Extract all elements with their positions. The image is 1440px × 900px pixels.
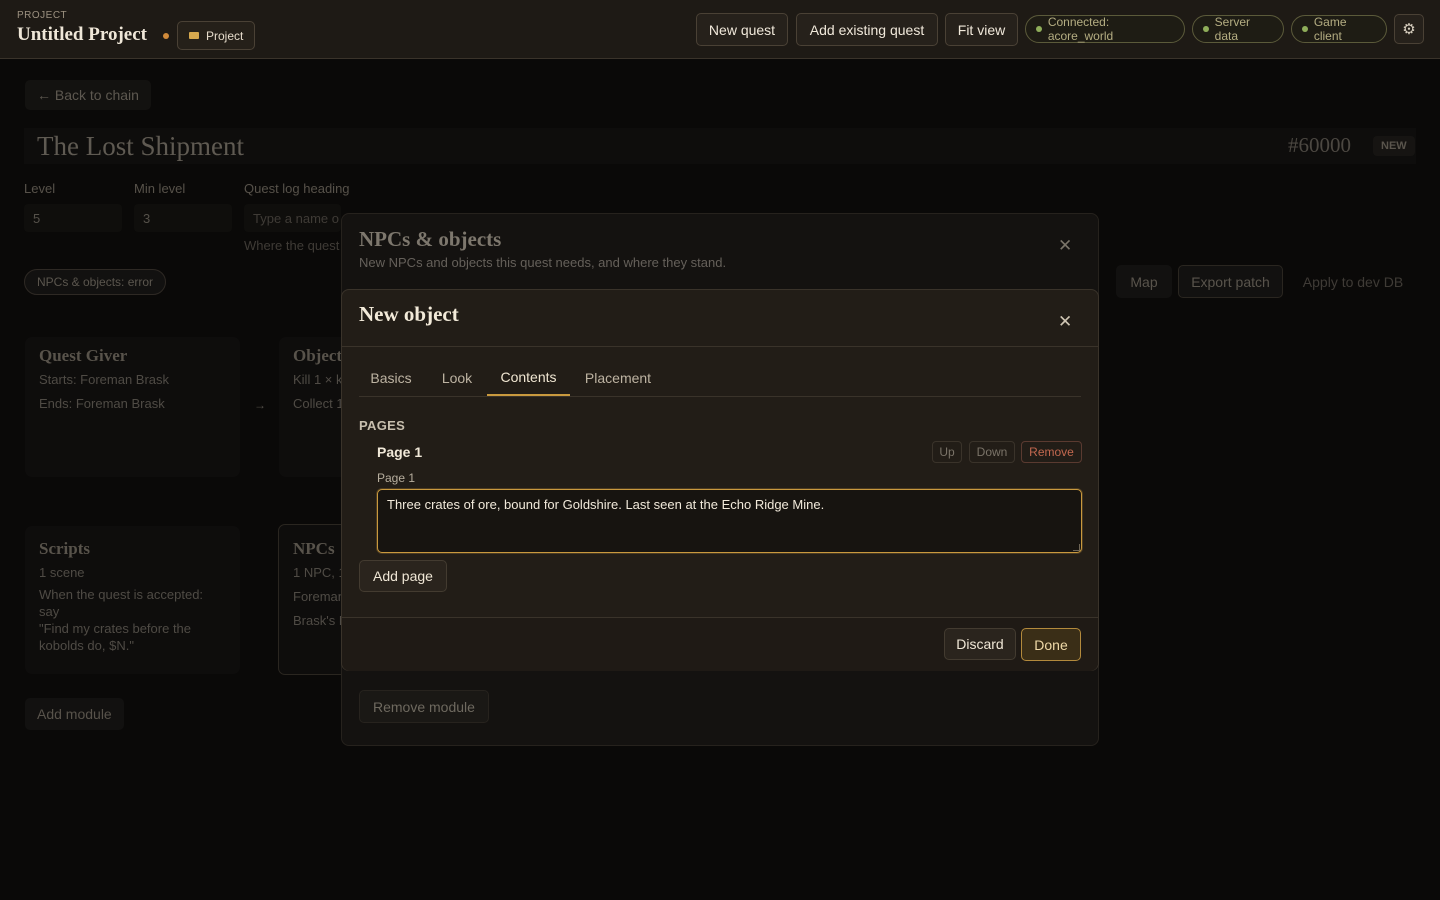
dialog-title: NPCs & objects <box>359 227 502 251</box>
new-quest-button[interactable]: New quest <box>696 13 788 46</box>
tab-placement[interactable]: Placement <box>573 360 663 396</box>
page-heading: Page 1 <box>377 444 423 460</box>
card-line: 1 NPC, 1 <box>293 565 341 580</box>
quest-id: #60000 <box>1288 133 1351 157</box>
status-server-data-label: Server data <box>1214 15 1250 43</box>
folder-icon <box>189 32 199 39</box>
status-connection[interactable]: Connected: acore_world <box>1025 15 1185 43</box>
map-button[interactable]: Map <box>1116 265 1172 298</box>
new-object-dialog: New object ✕ Basics Look Contents Placem… <box>341 289 1099 671</box>
card-line: Foreman <box>293 589 341 604</box>
scripts-card[interactable]: Scripts 1 scene When the quest is accept… <box>25 526 240 674</box>
project-chip-label: Project <box>206 28 244 43</box>
export-patch-button[interactable]: Export patch <box>1178 265 1283 298</box>
quest-log-heading-input[interactable]: Type a name o <box>244 204 341 232</box>
quest-log-heading-label: Quest log heading <box>244 181 350 196</box>
card-title: NPCs <box>293 539 335 558</box>
fit-view-button[interactable]: Fit view <box>945 13 1018 46</box>
card-line: 1 scene <box>39 565 85 580</box>
card-line: kobolds do, $N." <box>39 638 134 653</box>
page-text-label: Page 1 <box>377 471 416 485</box>
quest-title[interactable]: The Lost Shipment <box>24 128 1416 164</box>
status-game-client-label: Game client <box>1313 15 1347 43</box>
quest-giver-card[interactable]: Quest Giver Starts: Foreman Brask Ends: … <box>25 337 240 477</box>
settings-button[interactable]: ⚙ <box>1394 14 1424 44</box>
card-line: Starts: Foreman Brask <box>39 372 170 387</box>
unsaved-indicator <box>163 33 169 39</box>
card-line: "Find my crates before the <box>39 621 192 636</box>
card-title: Scripts <box>39 539 90 558</box>
back-to-chain-button[interactable]: ← Back to chain <box>25 80 151 110</box>
card-title: Quest Giver <box>39 346 128 365</box>
gear-icon: ⚙ <box>1402 21 1416 38</box>
done-button[interactable]: Done <box>1021 628 1081 661</box>
status-connection-label: Connected: acore_world <box>1047 15 1114 43</box>
level-input[interactable]: 5 <box>24 204 122 232</box>
remove-module-button[interactable]: Remove module <box>359 690 489 723</box>
section-title: PAGES <box>359 418 406 433</box>
npcs-card[interactable]: NPCs 1 NPC, 1 Foreman Brask's L <box>278 524 341 675</box>
status-server-data[interactable]: Server data <box>1192 15 1284 43</box>
discard-button[interactable]: Discard <box>944 628 1016 660</box>
tab-contents[interactable]: Contents <box>487 360 570 396</box>
add-module-button[interactable]: Add module <box>25 698 124 730</box>
add-page-button[interactable]: Add page <box>359 560 447 592</box>
tab-look[interactable]: Look <box>426 360 488 396</box>
move-down-button[interactable]: Down <box>969 441 1015 463</box>
top-bar: PROJECT Untitled Project Project New que… <box>0 0 1440 59</box>
dialog-title: New object <box>359 302 459 326</box>
status-dot-icon <box>1203 26 1209 32</box>
apply-dev-db-button[interactable]: Apply to dev DB <box>1290 265 1416 298</box>
card-line: Brask's L <box>293 613 341 628</box>
status-dot-icon <box>1302 26 1308 32</box>
tab-basics[interactable]: Basics <box>359 360 423 396</box>
remove-page-button[interactable]: Remove <box>1021 441 1082 463</box>
status-dot-icon <box>1036 26 1042 32</box>
project-menu-button[interactable]: Project <box>177 21 256 50</box>
page-text-input[interactable]: Three crates of ore, bound for Goldshire… <box>377 489 1082 553</box>
new-badge: NEW <box>1373 136 1415 156</box>
status-game-client[interactable]: Game client <box>1291 15 1387 43</box>
arrow-icon: → <box>254 398 266 412</box>
dialog-header: New object ✕ <box>342 290 1098 347</box>
close-icon[interactable]: ✕ <box>1058 312 1072 332</box>
project-caption: PROJECT <box>17 10 68 21</box>
quest-log-heading-hint: Where the quest <box>244 238 340 253</box>
card-title: Object <box>293 346 341 365</box>
card-line: When the quest is accepted: say <box>39 587 204 619</box>
error-chip[interactable]: NPCs & objects: error <box>24 269 167 295</box>
card-line: Collect 1 <box>293 396 341 411</box>
move-up-button[interactable]: Up <box>932 441 962 463</box>
card-line: Ends: Foreman Brask <box>39 396 165 411</box>
dialog-subtitle: New NPCs and objects this quest needs, a… <box>359 255 727 270</box>
min-level-label: Min level <box>134 181 186 196</box>
add-existing-quest-button[interactable]: Add existing quest <box>796 13 938 46</box>
resize-handle-icon[interactable] <box>1073 544 1080 551</box>
min-level-input[interactable]: 3 <box>134 204 232 232</box>
card-line: Kill 1 × k <box>293 372 341 387</box>
close-icon[interactable]: ✕ <box>1058 236 1072 256</box>
objectives-card[interactable]: Object Kill 1 × k Collect 1 <box>279 337 341 477</box>
level-label: Level <box>24 181 56 196</box>
dialog-footer: Discard Done <box>342 617 1098 671</box>
tab-bar: Basics Look Contents Placement <box>359 360 1081 397</box>
project-name[interactable]: Untitled Project <box>17 24 147 46</box>
